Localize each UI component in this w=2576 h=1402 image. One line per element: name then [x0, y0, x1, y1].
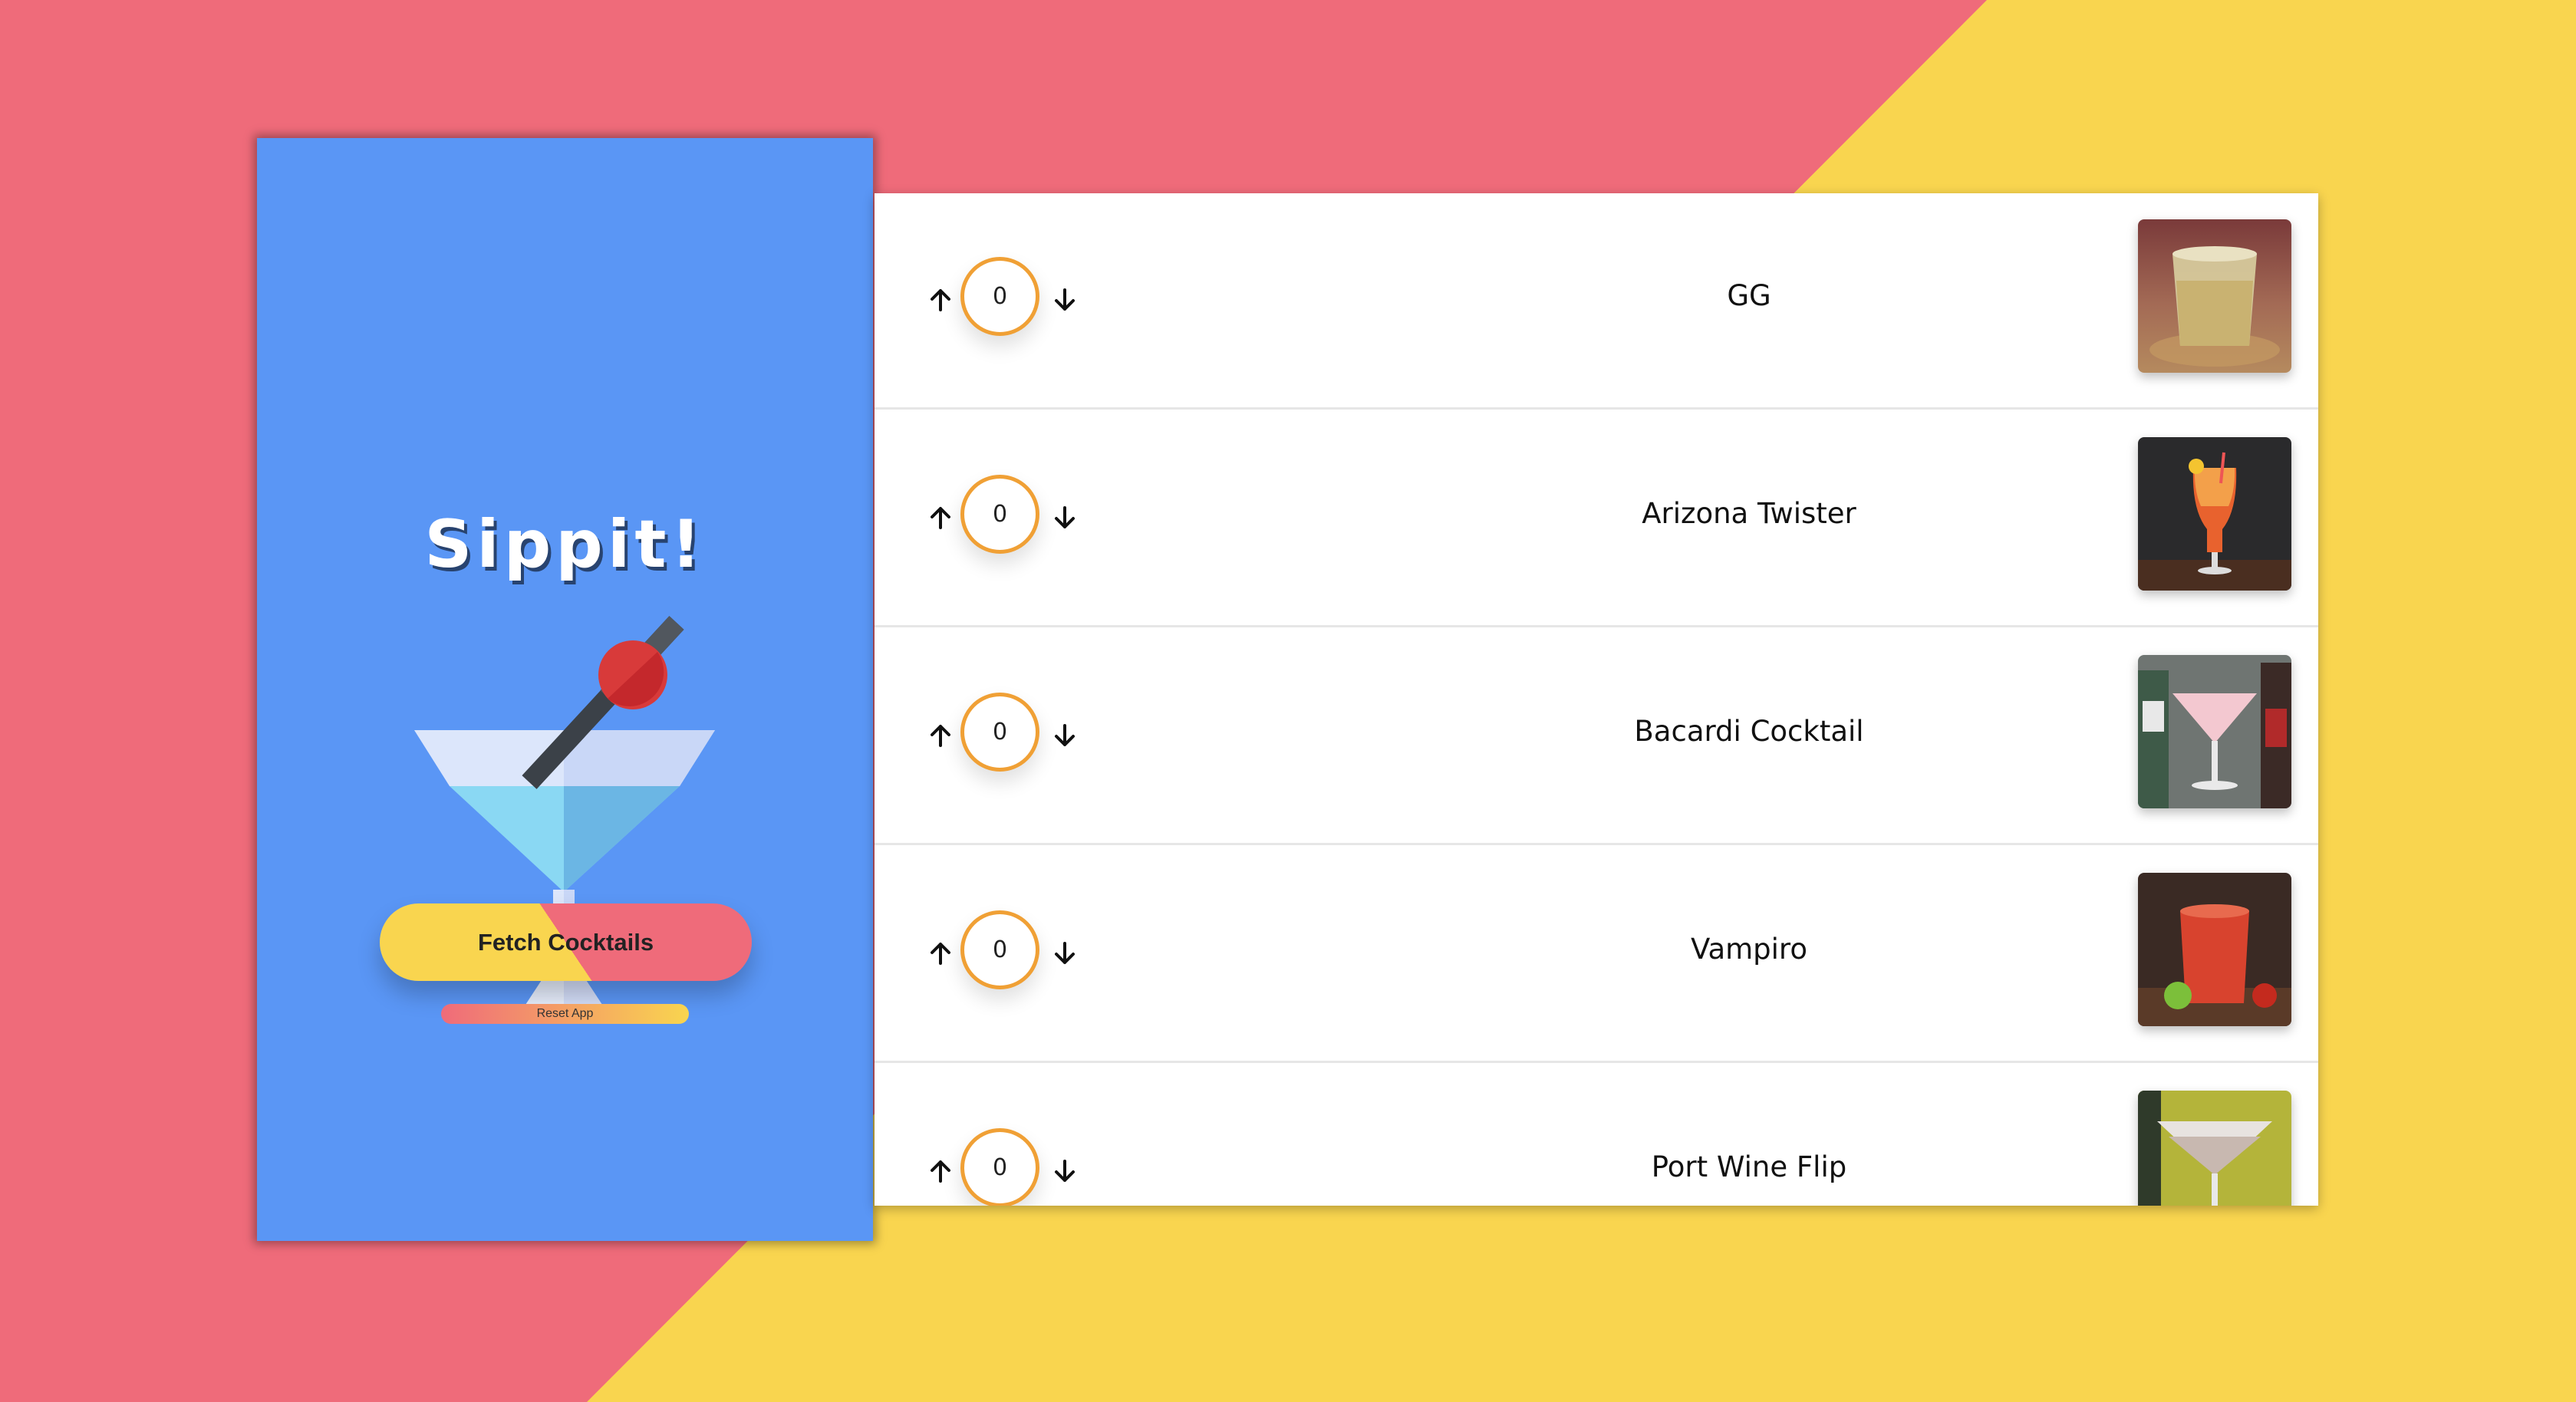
cocktail-thumbnail [2138, 1091, 2291, 1206]
cocktail-name: Bacardi Cocktail [1634, 715, 1864, 748]
vote-count: 0 [960, 475, 1039, 554]
list-item: 0 Arizona Twister [875, 411, 2318, 627]
reset-app-button[interactable]: Reset App [441, 1004, 689, 1024]
vote-count: 0 [960, 693, 1039, 772]
cocktail-thumbnail [2138, 655, 2291, 808]
arrow-down-icon[interactable] [1051, 1157, 1079, 1185]
sidebar-panel: Sippit! Fetch Cocktails Reset App [257, 138, 873, 1241]
list-item: 0 GG [875, 193, 2318, 410]
list-item: 0 Vampiro [875, 847, 2318, 1063]
list-item: 0 Port Wine Flip [875, 1065, 2318, 1206]
cocktail-name: GG [1727, 279, 1771, 312]
cocktail-name: Vampiro [1691, 933, 1807, 966]
vote-count: 0 [960, 1128, 1039, 1206]
vote-count: 0 [960, 910, 1039, 989]
list-item: 0 Bacardi Cocktail [875, 629, 2318, 845]
arrow-up-icon[interactable] [927, 504, 954, 532]
arrow-down-icon[interactable] [1051, 504, 1079, 532]
cocktail-thumbnail [2138, 219, 2291, 373]
cocktail-thumbnail [2138, 873, 2291, 1026]
arrow-down-icon[interactable] [1051, 286, 1079, 314]
arrow-up-icon[interactable] [927, 1157, 954, 1185]
arrow-up-icon[interactable] [927, 286, 954, 314]
vote-count: 0 [960, 257, 1039, 336]
cocktail-name: Port Wine Flip [1651, 1150, 1847, 1183]
arrow-down-icon[interactable] [1051, 940, 1079, 967]
cocktail-thumbnail [2138, 437, 2291, 591]
arrow-up-icon[interactable] [927, 940, 954, 967]
fetch-cocktails-button[interactable]: Fetch Cocktails [380, 903, 752, 981]
cocktail-list: 0 GG 0 Arizona Twister 0 Bacardi Cocktai… [875, 193, 2318, 1206]
cocktail-name: Arizona Twister [1642, 497, 1856, 530]
arrow-down-icon[interactable] [1051, 722, 1079, 749]
arrow-up-icon[interactable] [927, 722, 954, 749]
